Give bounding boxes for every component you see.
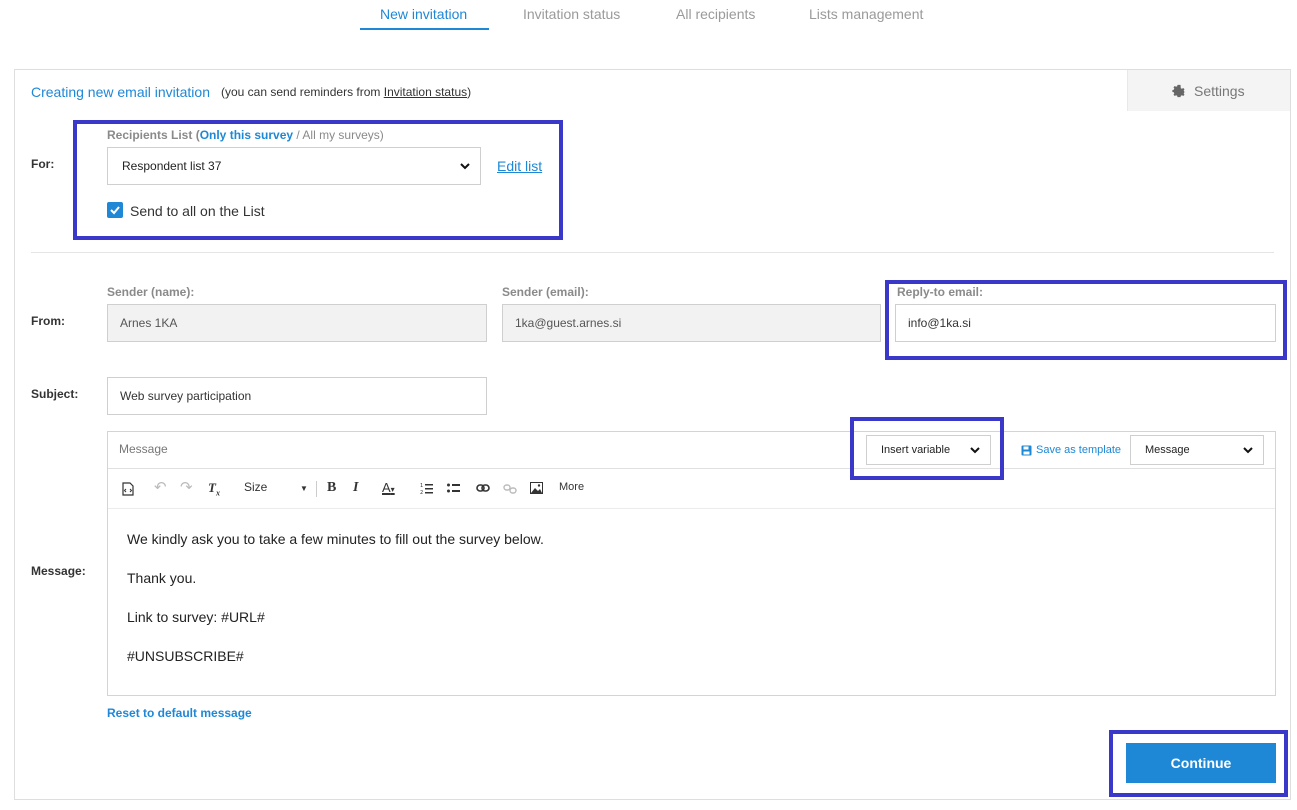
editor-title: Message — [119, 442, 168, 456]
continue-button[interactable]: Continue — [1126, 743, 1276, 783]
gear-icon — [1172, 84, 1186, 98]
settings-button[interactable]: Settings — [1127, 70, 1290, 111]
save-as-template-button[interactable]: Save as template — [1021, 444, 1121, 456]
chevron-down-icon — [1243, 447, 1253, 454]
italic-icon[interactable]: I — [353, 480, 358, 496]
save-icon — [1021, 445, 1032, 455]
only-this-survey-link[interactable]: Only this survey — [200, 128, 293, 142]
redo-icon[interactable]: ↷ — [180, 478, 193, 496]
svg-text:2: 2 — [420, 490, 423, 495]
send-to-all-checkbox[interactable] — [107, 202, 123, 218]
tab-all-recipients[interactable]: All recipients — [676, 6, 755, 22]
reset-default-message-link[interactable]: Reset to default message — [107, 706, 252, 720]
all-my-surveys-link[interactable]: All my surveys) — [302, 128, 383, 142]
active-tab-underline — [360, 28, 489, 30]
image-icon[interactable] — [530, 482, 543, 494]
message-line: We kindly ask you to take a few minutes … — [127, 531, 544, 547]
subject-field[interactable]: Web survey participation — [107, 377, 487, 415]
editor-content[interactable]: We kindly ask you to take a few minutes … — [108, 509, 1275, 695]
message-editor: Message Insert variable Save as template… — [107, 431, 1276, 696]
caret-down-icon[interactable]: ▼ — [300, 484, 308, 493]
svg-text:1: 1 — [420, 483, 423, 489]
font-size-select[interactable]: Size — [244, 480, 267, 494]
message-label: Message: — [31, 564, 86, 578]
sender-name-field: Arnes 1KA — [107, 304, 487, 342]
section-divider — [31, 252, 1274, 253]
invitation-panel: Creating new email invitation (you can s… — [14, 69, 1291, 800]
top-tabs: New invitation Invitation status All rec… — [0, 0, 1297, 40]
bold-icon[interactable]: B — [327, 480, 336, 496]
template-select[interactable]: Message — [1130, 435, 1264, 465]
text-color-icon[interactable]: A▾ — [382, 480, 395, 495]
tab-invitation-status[interactable]: Invitation status — [523, 6, 620, 22]
check-icon — [110, 206, 120, 215]
toolbar-separator — [316, 481, 317, 497]
tab-new-invitation[interactable]: New invitation — [380, 6, 467, 22]
settings-label: Settings — [1194, 83, 1245, 99]
message-line: Thank you. — [127, 570, 197, 586]
more-button[interactable]: More — [559, 481, 584, 493]
unlink-icon[interactable] — [503, 483, 517, 495]
link-icon[interactable] — [476, 483, 490, 493]
from-label: From: — [31, 314, 65, 328]
message-line: Link to survey: #URL# — [127, 609, 265, 625]
tab-lists-management[interactable]: Lists management — [809, 6, 923, 22]
for-label: For: — [31, 157, 55, 171]
reply-to-email-field[interactable]: info@1ka.si — [895, 304, 1276, 342]
reply-to-label: Reply-to email: — [897, 285, 984, 299]
bullet-list-icon[interactable] — [447, 482, 460, 495]
chevron-down-icon — [970, 447, 980, 454]
invitation-status-link[interactable]: Invitation status — [384, 85, 467, 99]
chevron-down-icon — [460, 163, 470, 170]
source-icon[interactable] — [122, 482, 134, 496]
insert-variable-select[interactable]: Insert variable — [866, 435, 991, 465]
send-to-all-label: Send to all on the List — [130, 203, 265, 219]
sender-email-field: 1ka@guest.arnes.si — [502, 304, 881, 342]
subject-label: Subject: — [31, 387, 79, 401]
sender-email-label: Sender (email): — [502, 285, 589, 299]
editor-toolbar: ↶ ↷ Tx Size ▼ B I A▾ 12 More — [108, 469, 1275, 509]
message-line: #UNSUBSCRIBE# — [127, 648, 244, 664]
numbered-list-icon[interactable]: 12 — [420, 482, 433, 495]
sender-name-label: Sender (name): — [107, 285, 195, 299]
header-note: (you can send reminders from Invitation … — [221, 85, 472, 99]
edit-list-link[interactable]: Edit list — [497, 158, 542, 174]
editor-header: Message Insert variable Save as template… — [108, 432, 1275, 469]
recipients-list-select[interactable]: Respondent list 37 — [107, 147, 481, 185]
page-title: Creating new email invitation — [31, 84, 210, 100]
undo-icon[interactable]: ↶ — [154, 478, 167, 496]
recipients-list-label: Recipients List (Only this survey / All … — [107, 128, 384, 142]
remove-format-icon[interactable]: Tx — [208, 480, 220, 498]
